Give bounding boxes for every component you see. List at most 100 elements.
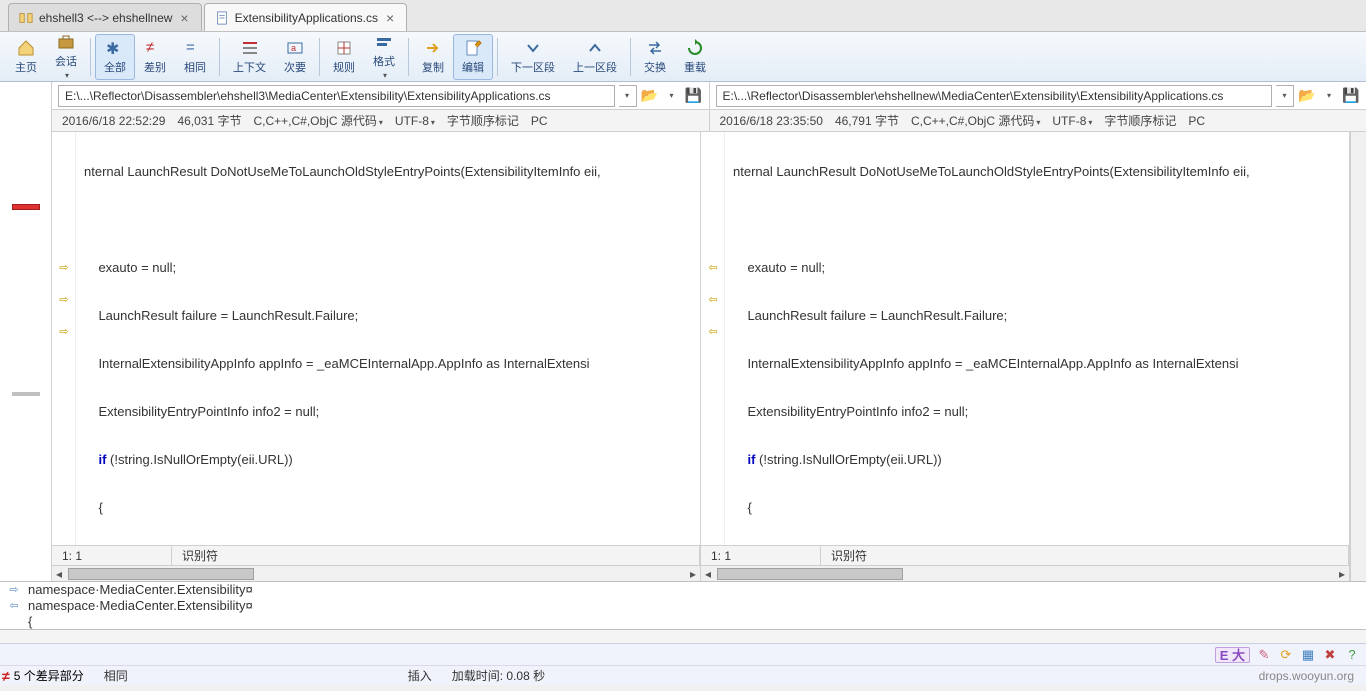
history-dropdown-icon[interactable]: ▾ [1320, 87, 1338, 105]
thumbnail-strip [0, 82, 52, 110]
diff-arrow-icon: ⇨ [54, 260, 74, 276]
code-line: nternal LaunchResult DoNotUseMeToLaunchO… [725, 164, 1349, 180]
left-hscroll[interactable]: ◂ ▸ [52, 565, 700, 581]
tab-file[interactable]: ExtensibilityApplications.cs × [204, 3, 408, 31]
separator [630, 38, 631, 76]
diff-button[interactable]: ≠差别 [135, 34, 175, 80]
code-line: LaunchResult failure = LaunchResult.Fail… [76, 308, 700, 324]
merge-line: namespace·MediaCenter.Extensibility¤ [28, 582, 253, 598]
file-icon [215, 11, 229, 25]
copy-button[interactable]: 复制 [413, 34, 453, 80]
notequal-icon: ≠ [146, 39, 164, 57]
status-bar: ≠5 个差异部分 相同 插入 加载时间: 0.08 秒 drops.wooyun… [0, 665, 1366, 685]
code-line: nternal LaunchResult DoNotUseMeToLaunchO… [76, 164, 700, 180]
scroll-right-icon[interactable]: ▸ [1335, 567, 1349, 581]
scroll-thumb[interactable] [717, 568, 903, 580]
cursor-pos: 1: 1 [701, 546, 821, 565]
path-dropdown-icon[interactable]: ▾ [1276, 85, 1294, 107]
branding-badge[interactable]: E 大 [1215, 647, 1250, 663]
history-dropdown-icon[interactable]: ▾ [663, 87, 681, 105]
edit-button[interactable]: 编辑 [453, 34, 493, 80]
code-line: { [725, 500, 1349, 516]
minor-icon: a [286, 39, 304, 57]
cursor-pos: 1: 1 [52, 546, 172, 565]
code-line: exauto = null; [76, 260, 700, 276]
swap-icon [646, 39, 664, 57]
reload-button[interactable]: 重载 [675, 34, 715, 80]
close-icon[interactable]: × [384, 10, 396, 26]
help-icon[interactable]: ? [1344, 647, 1360, 663]
code-lines: nternal LaunchResult DoNotUseMeToLaunchO… [76, 132, 700, 545]
meta-row: 2016/6/18 22:52:29 46,031 字节 C,C++,C#,Ob… [0, 110, 1366, 132]
watermark: drops.wooyun.org [1259, 669, 1364, 683]
separator [90, 38, 91, 76]
code-line: InternalExtensibilityAppInfo appInfo = _… [76, 356, 700, 372]
code-line: ExtensibilityEntryPointInfo info2 = null… [76, 404, 700, 420]
tool-icon[interactable]: ✎ [1256, 647, 1272, 663]
left-meta: 2016/6/18 22:52:29 46,031 字节 C,C++,C#,Ob… [52, 110, 709, 132]
file-lang[interactable]: C,C++,C#,ObjC 源代码▾ [253, 112, 382, 129]
vscroll[interactable] [1350, 132, 1366, 581]
close-icon[interactable]: × [178, 10, 190, 26]
open-folder-icon[interactable]: 📂 [641, 87, 659, 105]
merge-hscroll[interactable] [0, 629, 1366, 643]
tool-icon[interactable]: ⟳ [1278, 647, 1294, 663]
left-path-input[interactable]: E:\...\Reflector\Disassembler\ehshell3\M… [58, 85, 615, 107]
left-code[interactable]: ⇨ ⇨ ⇨ nternal LaunchResult DoNotUseMeToL… [52, 132, 700, 545]
scroll-left-icon[interactable]: ◂ [701, 567, 715, 581]
right-hscroll[interactable]: ◂ ▸ [701, 565, 1349, 581]
code-line: if (!string.IsNullOrEmpty(eii.URL)) [76, 452, 700, 468]
token-type: 识别符 [172, 546, 700, 565]
file-enc[interactable]: UTF-8▾ [395, 114, 435, 128]
token-type: 识别符 [821, 546, 1349, 565]
swap-button[interactable]: 交换 [635, 34, 675, 80]
right-path-input[interactable]: E:\...\Reflector\Disassembler\ehshellnew… [716, 85, 1273, 107]
path-dropdown-icon[interactable]: ▾ [619, 85, 637, 107]
right-code[interactable]: ⇦ ⇦ ⇦ nternal LaunchResult DoNotUseMeToL… [701, 132, 1349, 545]
scroll-thumb[interactable] [68, 568, 254, 580]
file-enc[interactable]: UTF-8▾ [1052, 114, 1092, 128]
file-date: 2016/6/18 22:52:29 [62, 114, 165, 128]
separator [319, 38, 320, 76]
scroll-right-icon[interactable]: ▸ [686, 567, 700, 581]
separator [408, 38, 409, 76]
overview-ruler[interactable] [0, 132, 52, 581]
minor-button[interactable]: a次要 [275, 34, 315, 80]
all-button[interactable]: ✱全部 [95, 34, 135, 80]
file-bom: 字节顺序标记 [447, 112, 519, 129]
rules-icon [335, 39, 353, 57]
merge-left-icon: ⇦ [0, 598, 28, 614]
file-platform: PC [531, 114, 548, 128]
separator [219, 38, 220, 76]
edit-icon [464, 39, 482, 57]
merge-preview[interactable]: ⇨namespace·MediaCenter.Extensibility¤ ⇦n… [0, 581, 1366, 629]
tab-compare[interactable]: ehshell3 <--> ehshellnew × [8, 3, 202, 31]
code-line: InternalExtensibilityAppInfo appInfo = _… [725, 356, 1349, 372]
context-button[interactable]: 上下文 [224, 34, 275, 80]
separator [497, 38, 498, 76]
scroll-left-icon[interactable]: ◂ [52, 567, 66, 581]
left-gutter: ⇨ ⇨ ⇨ [52, 132, 76, 545]
path-row: E:\...\Reflector\Disassembler\ehshell3\M… [0, 82, 1366, 110]
nextsection-button[interactable]: 下一区段 [502, 34, 564, 80]
prevsection-button[interactable]: 上一区段 [564, 34, 626, 80]
session-button[interactable]: 会话▾ [46, 34, 86, 80]
tool-icon[interactable]: ✖ [1322, 647, 1338, 663]
home-button[interactable]: 主页 [6, 34, 46, 80]
rules-button[interactable]: 规则 [324, 34, 364, 80]
compare-icon [19, 11, 33, 25]
left-statusbar: 1: 1 识别符 [52, 545, 700, 565]
diff-arrow-icon: ⇦ [703, 292, 723, 308]
format-button[interactable]: 格式▾ [364, 34, 404, 80]
diff-arrow-icon: ⇨ [54, 324, 74, 340]
right-statusbar: 1: 1 识别符 [701, 545, 1349, 565]
file-bom: 字节顺序标记 [1104, 112, 1176, 129]
save-icon[interactable]: 💾 [1342, 87, 1360, 105]
up-icon [586, 39, 604, 57]
tool-icon[interactable]: ▦ [1300, 647, 1316, 663]
format-icon [375, 33, 393, 51]
save-icon[interactable]: 💾 [685, 87, 703, 105]
same-button[interactable]: =相同 [175, 34, 215, 80]
file-lang[interactable]: C,C++,C#,ObjC 源代码▾ [911, 112, 1040, 129]
open-folder-icon[interactable]: 📂 [1298, 87, 1316, 105]
